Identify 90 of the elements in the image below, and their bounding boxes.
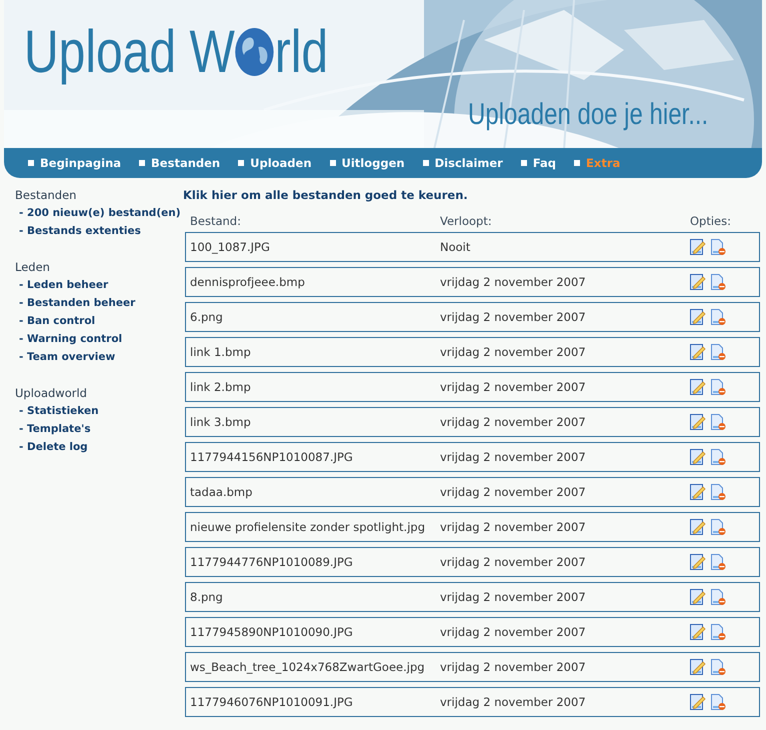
sidebar-link[interactable]: - Bestands extenties xyxy=(15,222,141,240)
nav-link[interactable]: Disclaimer xyxy=(422,156,503,170)
sidebar-link[interactable]: - Team overview xyxy=(15,348,116,366)
file-name: nieuwe profielensite zonder spotlight.jpg xyxy=(190,520,426,534)
edit-icon[interactable] xyxy=(690,554,706,570)
edit-icon[interactable] xyxy=(690,484,706,500)
file-name: 1177944776NP1010089.JPG xyxy=(190,555,354,569)
edit-icon[interactable] xyxy=(690,379,706,395)
delete-icon[interactable] xyxy=(710,554,726,570)
delete-icon[interactable] xyxy=(710,484,726,500)
column-header: Bestand: xyxy=(190,214,242,230)
edit-icon[interactable] xyxy=(690,309,706,325)
logo-text: rld xyxy=(274,22,328,82)
sidebar-link[interactable]: - Leden beheer xyxy=(15,276,108,294)
delete-icon[interactable] xyxy=(710,694,726,710)
bullet-icon xyxy=(238,160,244,166)
expiry-date: vrijdag 2 november 2007 xyxy=(440,555,587,569)
delete-icon[interactable] xyxy=(710,274,726,290)
column-header: Opties: xyxy=(690,214,732,230)
delete-icon[interactable] xyxy=(710,659,726,675)
sidebar-link[interactable]: - Statistieken xyxy=(15,402,99,420)
expiry-date: vrijdag 2 november 2007 xyxy=(440,520,587,534)
sidebar-link[interactable]: - Ban control xyxy=(15,312,96,330)
expiry-date: vrijdag 2 november 2007 xyxy=(440,660,587,674)
bullet-icon xyxy=(28,160,34,166)
sidebar-link[interactable]: - Warning control xyxy=(15,330,122,348)
delete-icon[interactable] xyxy=(710,309,726,325)
nav-link[interactable]: Uitloggen xyxy=(330,156,405,170)
sidebar-heading: Leden xyxy=(15,259,51,276)
edit-icon[interactable] xyxy=(690,239,706,255)
file-name: link 1.bmp xyxy=(190,345,252,359)
delete-icon[interactable] xyxy=(710,344,726,360)
edit-icon[interactable] xyxy=(690,344,706,360)
nav-link[interactable]: Beginpagina xyxy=(28,156,122,170)
delete-icon[interactable] xyxy=(710,239,726,255)
sidebar-link[interactable]: - 200 nieuw(e) bestand(en) xyxy=(15,204,181,222)
expiry-date: Nooit xyxy=(440,240,472,254)
expiry-date: vrijdag 2 november 2007 xyxy=(440,275,587,289)
edit-icon[interactable] xyxy=(690,449,706,465)
delete-icon[interactable] xyxy=(710,589,726,605)
bullet-icon xyxy=(330,160,336,166)
file-name: ws_Beach_tree_1024x768ZwartGoee.jpg xyxy=(190,660,426,674)
file-name: dennisprofjeee.bmp xyxy=(190,275,306,289)
sidebar-heading: Bestanden xyxy=(15,187,78,204)
bullet-icon xyxy=(422,160,429,166)
delete-icon[interactable] xyxy=(710,519,726,535)
file-name: tadaa.bmp xyxy=(190,485,254,499)
sidebar-link[interactable]: - Bestanden beheer xyxy=(15,294,136,312)
expiry-date: vrijdag 2 november 2007 xyxy=(440,310,587,324)
edit-icon[interactable] xyxy=(690,274,706,290)
sidebar-link[interactable]: - Delete log xyxy=(15,438,88,456)
expiry-date: vrijdag 2 november 2007 xyxy=(440,485,587,499)
edit-icon[interactable] xyxy=(690,659,706,675)
sidebar-link[interactable]: - Template's xyxy=(15,420,91,438)
bullet-icon xyxy=(574,160,580,166)
nav-link[interactable]: Bestanden xyxy=(139,156,220,170)
edit-icon[interactable] xyxy=(690,519,706,535)
delete-icon[interactable] xyxy=(710,624,726,640)
file-name: 1177944156NP1010087.JPG xyxy=(190,450,354,464)
edit-icon[interactable] xyxy=(690,624,706,640)
logo-text: Upload W xyxy=(24,22,235,82)
bullet-icon xyxy=(139,160,146,166)
bullet-icon xyxy=(520,160,527,166)
expiry-date: vrijdag 2 november 2007 xyxy=(440,345,587,359)
edit-icon[interactable] xyxy=(690,694,706,710)
column-header: Verloopt: xyxy=(440,214,493,230)
file-name: 100_1087.JPG xyxy=(190,240,271,254)
expiry-date: vrijdag 2 november 2007 xyxy=(440,625,587,639)
delete-icon[interactable] xyxy=(710,379,726,395)
expiry-date: vrijdag 2 november 2007 xyxy=(440,695,587,709)
file-name: 6.png xyxy=(190,310,224,324)
delete-icon[interactable] xyxy=(710,414,726,430)
delete-icon[interactable] xyxy=(710,449,726,465)
globe-icon xyxy=(234,27,275,77)
expiry-date: vrijdag 2 november 2007 xyxy=(440,590,587,604)
approve-all-link[interactable]: Klik hier om alle bestanden goed te keuren. xyxy=(183,186,760,204)
file-name: link 3.bmp xyxy=(190,415,252,429)
file-name: link 2.bmp xyxy=(190,380,252,394)
file-name: 1177945890NP1010090.JPG xyxy=(190,625,354,639)
expiry-date: vrijdag 2 november 2007 xyxy=(440,450,587,464)
edit-icon[interactable] xyxy=(690,589,706,605)
file-name: 1177946076NP1010091.JPG xyxy=(190,695,354,709)
nav-link[interactable]: Faq xyxy=(520,156,556,170)
edit-icon[interactable] xyxy=(690,414,706,430)
expiry-date: vrijdag 2 november 2007 xyxy=(440,415,587,429)
nav-link[interactable]: Uploaden xyxy=(238,156,312,170)
tagline: Uploaden doe je hier... xyxy=(468,98,708,132)
expiry-date: vrijdag 2 november 2007 xyxy=(440,380,587,394)
sidebar-heading: Uploadworld xyxy=(15,385,88,402)
file-name: 8.png xyxy=(190,590,224,604)
